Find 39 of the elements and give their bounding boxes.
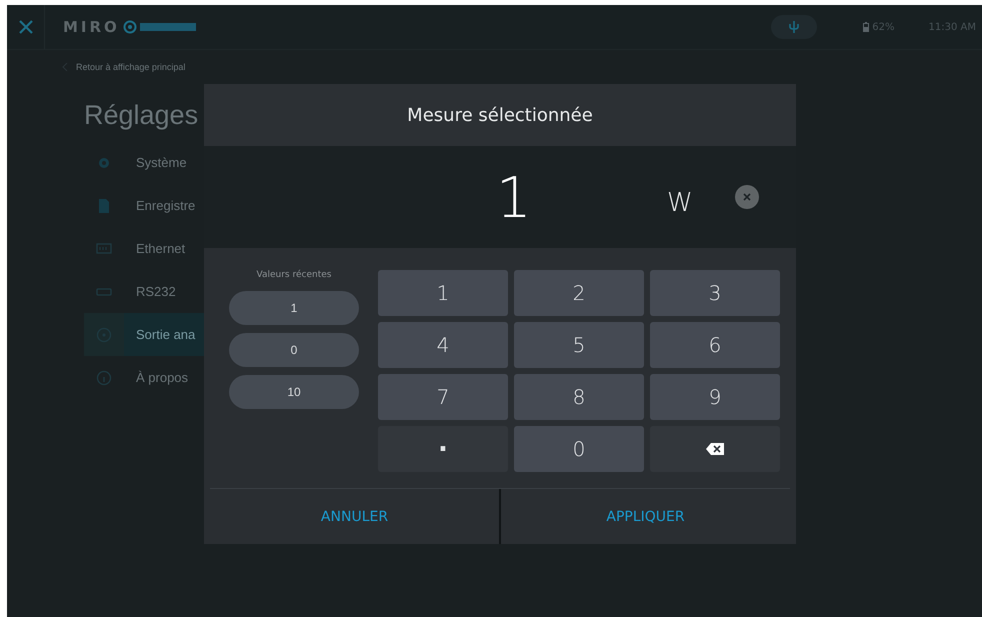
recent-values-label: Valeurs récentes (256, 270, 332, 280)
close-icon (743, 193, 751, 201)
backspace-icon (706, 443, 724, 455)
usb-button[interactable] (771, 15, 818, 39)
digit-key[interactable]: 3 (650, 270, 780, 316)
logo-badge-icon (140, 23, 196, 31)
clear-button[interactable] (735, 185, 759, 209)
unit-label: W (667, 188, 693, 218)
page-title: Réglages (84, 100, 198, 131)
close-icon (18, 19, 34, 35)
sidebar-item[interactable]: RS232 (84, 270, 224, 313)
sidebar-item[interactable]: Ethernet (84, 227, 224, 270)
digit-key[interactable]: 8 (514, 374, 644, 420)
digit-key[interactable]: 9 (650, 374, 780, 420)
digit-key[interactable]: 6 (650, 322, 780, 368)
sidebar-item[interactable]: Enregistre (84, 184, 224, 227)
cancel-button[interactable]: ANNULER (210, 489, 499, 544)
recent-value-button[interactable]: 0 (229, 333, 359, 367)
digit-key[interactable]: 7 (378, 374, 508, 420)
document-icon (96, 198, 112, 214)
digit-key[interactable]: 5 (514, 322, 644, 368)
digit-key[interactable]: 0 (514, 426, 644, 472)
logo-text: MIRO (63, 18, 120, 36)
usb-icon (788, 20, 800, 34)
entered-value: 1 (496, 166, 532, 231)
recent-value-button[interactable]: 10 (229, 375, 359, 409)
digit-key[interactable]: 1 (378, 270, 508, 316)
battery-icon (863, 22, 870, 32)
sidebar-item[interactable]: À propos (84, 356, 224, 399)
target-logo-icon (122, 20, 137, 34)
network-icon (96, 240, 112, 256)
apply-button[interactable]: APPLIQUER (501, 489, 790, 544)
digit-key[interactable]: 2 (514, 270, 644, 316)
digit-key[interactable]: 4 (378, 322, 508, 368)
backspace-key[interactable] (650, 426, 780, 472)
info-icon (96, 370, 112, 386)
decimal-key[interactable]: . (378, 426, 508, 472)
back-link[interactable]: Retour à affichage principal (76, 62, 186, 72)
recent-value-button[interactable]: 1 (229, 291, 359, 325)
